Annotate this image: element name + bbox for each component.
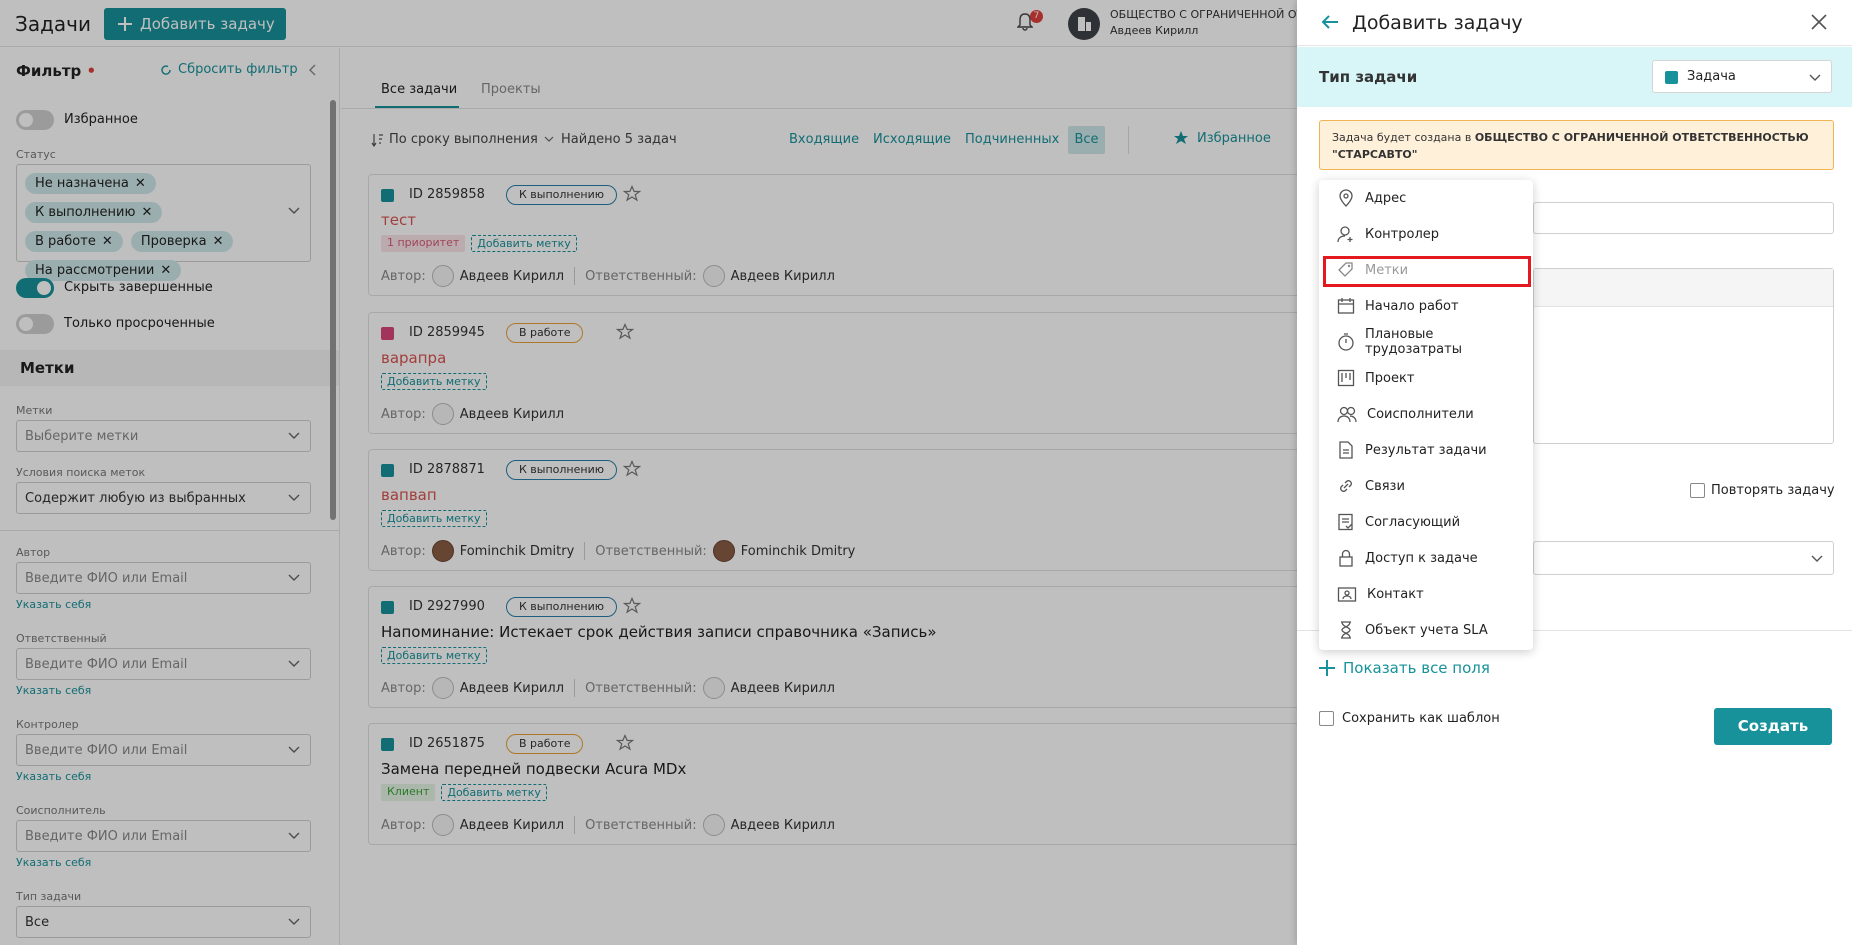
menu-item-contact[interactable]: Контакт: [1319, 576, 1533, 612]
app: Задачи Добавить задачу 7 ОБЩЕСТВО С ОГРА…: [0, 0, 1852, 945]
task-type-select[interactable]: Задача: [1652, 60, 1832, 93]
task-type-bar: Тип задачи Задача: [1297, 47, 1852, 107]
approve-document-icon: [1337, 513, 1355, 531]
save-template-label: Сохранить как шаблон: [1342, 711, 1500, 726]
menu-item-label: Объект учета SLA: [1365, 622, 1488, 638]
editor-toolbar: [1534, 269, 1833, 307]
back-arrow-icon[interactable]: [1321, 14, 1339, 30]
panel-header: Добавить задачу: [1297, 0, 1852, 46]
org-notice: Задача будет создана в ОБЩЕСТВО С ОГРАНИ…: [1319, 120, 1834, 170]
menu-item-label: Согласующий: [1365, 514, 1461, 530]
user-icon: [1337, 225, 1355, 243]
chevron-down-icon: [1811, 555, 1823, 563]
calendar-icon: [1337, 297, 1355, 315]
repeat-label: Повторять задачу: [1711, 483, 1835, 498]
create-button[interactable]: Создать: [1714, 708, 1832, 745]
menu-item-label: Контролер: [1365, 226, 1440, 242]
kanban-icon: [1337, 369, 1355, 387]
plus-icon: [1319, 660, 1335, 676]
checkbox[interactable]: [1690, 483, 1705, 498]
menu-item-sla[interactable]: Объект учета SLA: [1319, 612, 1533, 648]
menu-item-approver[interactable]: Согласующий: [1319, 504, 1533, 540]
repeat-task-checkbox[interactable]: Повторять задачу: [1690, 483, 1835, 498]
highlight-box: [1323, 256, 1531, 287]
deadline-select[interactable]: [1533, 541, 1834, 575]
add-field-dropdown: Адрес Контролер Метки Начало работ Плано…: [1319, 180, 1533, 650]
menu-item-label: Связи: [1365, 478, 1405, 494]
menu-item-label: Результат задачи: [1365, 442, 1487, 458]
menu-item-address[interactable]: Адрес: [1319, 180, 1533, 216]
menu-item-task-result[interactable]: Результат задачи: [1319, 432, 1533, 468]
menu-item-controller[interactable]: Контролер: [1319, 216, 1533, 252]
close-icon[interactable]: [1811, 14, 1827, 30]
lock-icon: [1337, 549, 1355, 567]
menu-item-label: Контакт: [1367, 586, 1424, 602]
menu-item-coexecutors[interactable]: Соисполнители: [1319, 396, 1533, 432]
task-icon: [1665, 71, 1678, 84]
users-icon: [1337, 405, 1357, 423]
menu-item-planned-effort[interactable]: Плановые трудозатраты: [1319, 324, 1533, 360]
menu-item-start-date[interactable]: Начало работ: [1319, 288, 1533, 324]
menu-item-links[interactable]: Связи: [1319, 468, 1533, 504]
menu-item-label: Проект: [1365, 370, 1415, 386]
save-template-checkbox[interactable]: Сохранить как шаблон: [1319, 711, 1500, 726]
hourglass-icon: [1337, 621, 1355, 639]
menu-item-label: Доступ к задаче: [1365, 550, 1478, 566]
title-input[interactable]: [1533, 202, 1834, 234]
menu-item-label: Плановые трудозатраты: [1365, 327, 1462, 357]
menu-item-label: Начало работ: [1365, 298, 1459, 314]
description-editor[interactable]: [1533, 268, 1834, 444]
chevron-down-icon: [1809, 74, 1821, 82]
location-pin-icon: [1337, 189, 1355, 207]
menu-item-label: Адрес: [1365, 190, 1407, 206]
stopwatch-icon: [1337, 333, 1355, 351]
add-task-panel: Добавить задачу Тип задачи Задача Задача…: [1297, 0, 1852, 945]
modal-overlay[interactable]: [0, 0, 1297, 945]
menu-item-label: Соисполнители: [1367, 406, 1474, 422]
task-type-value: Задача: [1687, 69, 1736, 84]
checkbox[interactable]: [1319, 711, 1334, 726]
task-type-label: Тип задачи: [1319, 68, 1418, 86]
menu-item-task-access[interactable]: Доступ к задаче: [1319, 540, 1533, 576]
contact-card-icon: [1337, 585, 1357, 603]
show-all-fields-button[interactable]: Показать все поля: [1319, 659, 1490, 677]
document-icon: [1337, 441, 1355, 459]
link-icon: [1337, 477, 1355, 495]
panel-title: Добавить задачу: [1352, 12, 1523, 34]
notice-text: Задача будет создана в: [1332, 131, 1475, 144]
menu-item-project[interactable]: Проект: [1319, 360, 1533, 396]
show-all-label: Показать все поля: [1343, 659, 1490, 677]
